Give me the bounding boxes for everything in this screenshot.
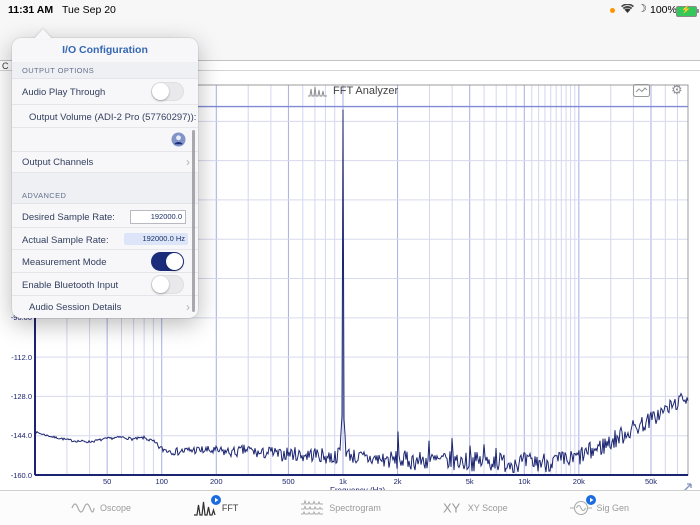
chevron-right-icon: › (186, 155, 190, 169)
location-indicator-icon (610, 8, 615, 13)
actual-sample-rate-value: 192000.0 Hz (124, 233, 188, 245)
measurement-mode-row: Measurement Mode (12, 250, 198, 273)
charging-bolt-icon: ⚡ (681, 5, 691, 14)
bottom-tab-bar: Oscope FFT Spectrogram XY XY Scope (0, 490, 700, 525)
advanced-header: ADVANCED (12, 188, 198, 204)
chart-settings-button[interactable]: ⚙ (671, 82, 683, 98)
output-options-header: OUTPUT OPTIONS (12, 62, 198, 79)
x-tick-label: 50 (92, 477, 122, 486)
x-tick-label: 50k (636, 477, 666, 486)
tab-fft[interactable]: FFT (193, 499, 239, 517)
popover-arrow (34, 29, 52, 39)
x-tick-label: 1k (328, 477, 358, 486)
main-toolbar: ADI-2 Pro (57760297) ⚙⚙ i (0, 20, 700, 40)
enable-bluetooth-toggle[interactable] (151, 275, 184, 294)
tab-oscope[interactable]: Oscope (71, 499, 131, 517)
svg-text:XY: XY (443, 501, 461, 516)
tab-label: Sig Gen (597, 503, 630, 513)
y-tick-label: -128.0 (1, 392, 32, 401)
y-tick-label: -112.0 (1, 353, 32, 362)
x-tick-label: 20k (564, 477, 594, 486)
audio-route-icon[interactable] (171, 132, 186, 147)
clock-time: 11:31 AM (8, 4, 53, 16)
page-title: FFT Analyzer (333, 85, 398, 97)
fft-spectrum-icon (193, 499, 217, 517)
x-tick-label: 500 (273, 477, 303, 486)
popover-scrollbar[interactable] (192, 130, 195, 312)
spectrogram-icon (300, 499, 324, 517)
y-tick-label: -144.0 (1, 431, 32, 440)
xy-icon: XY (443, 499, 463, 517)
tab-label: FFT (222, 503, 239, 513)
tab-spectrogram[interactable]: Spectrogram (300, 499, 381, 517)
output-volume-slider-row[interactable] (12, 128, 198, 152)
popover-title: I/O Configuration (12, 38, 198, 63)
running-play-badge (211, 495, 221, 505)
chart-style-button[interactable] (633, 84, 650, 97)
x-tick-label: 200 (201, 477, 231, 486)
y-tick-label: -160.0 (1, 471, 32, 480)
measurement-mode-toggle[interactable] (151, 252, 184, 271)
output-channels-row[interactable]: Output Channels › (12, 152, 198, 173)
tab-label: Spectrogram (329, 503, 381, 513)
battery-percent: 100% (650, 4, 677, 16)
fft-analyzer-icon (308, 85, 328, 97)
status-bar: 11:31 AM Tue Sep 20 ☾ 100% ⚡ (0, 0, 700, 20)
output-volume-label-row: Output Volume (ADI-2 Pro (57760297)): (12, 105, 198, 128)
audio-play-through-toggle[interactable] (151, 82, 184, 101)
audio-play-through-row: Audio Play Through (12, 79, 198, 105)
tab-xy-scope[interactable]: XY XY Scope (443, 499, 508, 517)
chevron-right-icon: › (186, 300, 190, 314)
tab-sig-gen[interactable]: Sig Gen (570, 499, 630, 517)
sig-gen-icon (570, 499, 592, 517)
wifi-icon (621, 4, 634, 14)
clock-date: Tue Sep 20 (62, 4, 116, 16)
tab-label: XY Scope (468, 503, 508, 513)
oscope-sine-icon (71, 499, 95, 517)
tab-label: Oscope (100, 503, 131, 513)
audio-session-details-row[interactable]: Audio Session Details › (12, 296, 198, 318)
running-play-badge (586, 495, 596, 505)
io-configuration-popover: I/O Configuration OUTPUT OPTIONS Audio P… (12, 38, 198, 318)
x-tick-label: 100 (147, 477, 177, 486)
x-tick-label: 5k (455, 477, 485, 486)
section-gap (12, 173, 198, 188)
x-tick-label: 2k (383, 477, 413, 486)
desired-sample-rate-row: Desired Sample Rate: 192000.0 (12, 204, 198, 228)
enable-bluetooth-row: Enable Bluetooth Input (12, 273, 198, 296)
actual-sample-rate-row: Actual Sample Rate: 192000.0 Hz (12, 228, 198, 250)
desired-sample-rate-field[interactable]: 192000.0 (130, 210, 186, 224)
x-tick-label: 10k (509, 477, 539, 486)
do-not-disturb-moon-icon: ☾ (637, 2, 647, 15)
